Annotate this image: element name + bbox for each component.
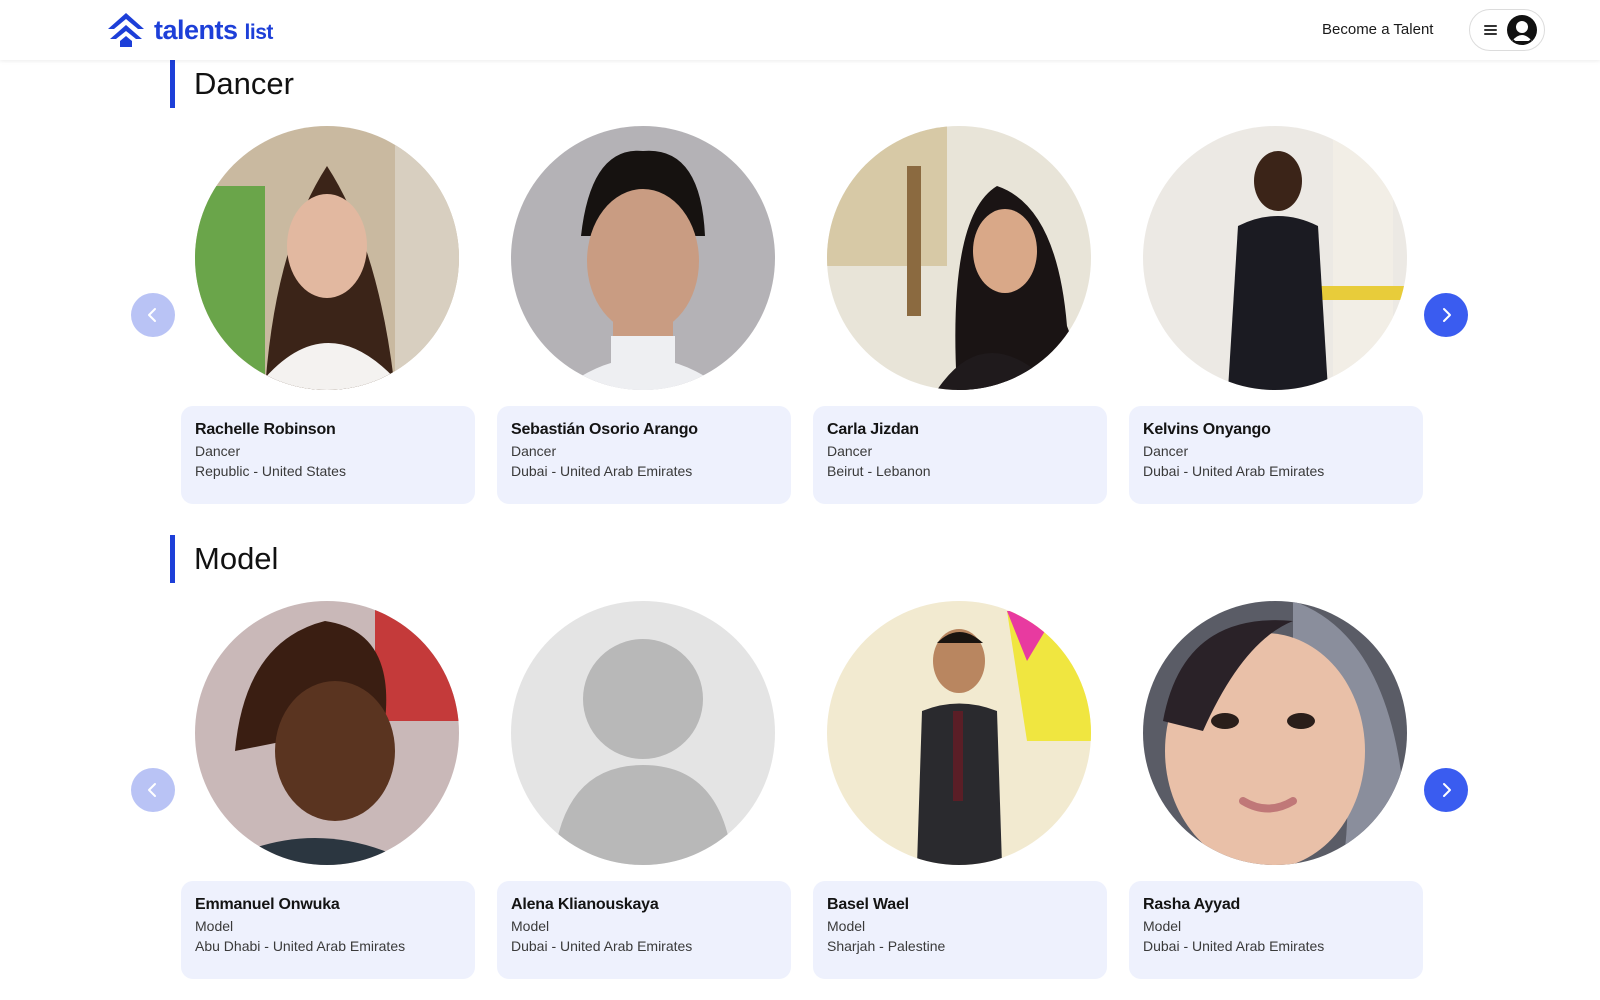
talent-location: Beirut - Lebanon <box>827 463 931 479</box>
talent-name: Carla Jizdan <box>827 421 919 438</box>
talent-role: Dancer <box>511 443 557 459</box>
talent-role: Dancer <box>827 443 873 459</box>
top-nav: talents list Become a Talent <box>0 0 1600 60</box>
talent-photo <box>1143 126 1407 390</box>
logo-chevron-icon <box>108 13 144 47</box>
talent-info: Kelvins Onyango Dancer Dubai - United Ar… <box>1129 406 1423 504</box>
section-title: Model <box>170 535 278 583</box>
talent-info: Emmanuel Onwuka Model Abu Dhabi - United… <box>181 881 475 979</box>
talent-role: Model <box>511 918 550 934</box>
talent-name: Kelvins Onyango <box>1143 421 1271 438</box>
talent-name: Basel Wael <box>827 896 909 913</box>
talent-role: Model <box>1143 918 1182 934</box>
talent-info: Alena Klianouskaya Model Dubai - United … <box>497 881 791 979</box>
talent-info: Rasha Ayyad Model Dubai - United Arab Em… <box>1129 881 1423 979</box>
user-menu-button[interactable] <box>1469 9 1545 51</box>
talent-location: Dubai - United Arab Emirates <box>511 463 693 479</box>
talent-name: Rachelle Robinson <box>195 421 336 438</box>
talent-photo <box>1143 601 1407 865</box>
talent-name: Rasha Ayyad <box>1143 896 1241 913</box>
chevron-right-icon <box>1443 308 1451 322</box>
carousel-prev-button[interactable] <box>131 293 175 337</box>
talent-name: Alena Klianouskaya <box>511 896 659 913</box>
talent-role: Dancer <box>195 443 241 459</box>
talent-photo <box>195 601 459 865</box>
talent-name: Sebastián Osorio Arango <box>511 421 698 438</box>
talent-location: Sharjah - Palestine <box>827 938 946 954</box>
talent-photo <box>827 126 1091 390</box>
talent-info: Basel Wael Model Sharjah - Palestine <box>813 881 1107 979</box>
section-title: Dancer <box>170 60 294 108</box>
talent-location: Dubai - United Arab Emirates <box>1143 463 1325 479</box>
talent-name: Emmanuel Onwuka <box>195 896 340 913</box>
talent-info: Sebastián Osorio Arango Dancer Dubai - U… <box>497 406 791 504</box>
become-talent-link[interactable]: Become a Talent <box>1322 21 1433 38</box>
user-avatar-icon <box>1507 15 1537 45</box>
talent-location: Dubai - United Arab Emirates <box>511 938 693 954</box>
talent-role: Model <box>827 918 866 934</box>
talent-location: Abu Dhabi - United Arab Emirates <box>195 938 406 954</box>
chevron-left-icon <box>148 783 156 797</box>
talent-photo <box>827 601 1091 865</box>
talent-location: Dubai - United Arab Emirates <box>1143 938 1325 954</box>
chevron-right-icon <box>1443 783 1451 797</box>
site-logo[interactable]: talents list <box>106 11 273 49</box>
logo-text: talents list <box>154 15 273 46</box>
talent-photo <box>511 126 775 390</box>
talent-info: Rachelle Robinson Dancer Republic - Unit… <box>181 406 475 504</box>
hamburger-icon <box>1484 25 1497 35</box>
talent-info: Carla Jizdan Dancer Beirut - Lebanon <box>813 406 1107 504</box>
carousel-next-button[interactable] <box>1424 293 1468 337</box>
talent-role: Dancer <box>1143 443 1189 459</box>
talent-photo <box>195 126 459 390</box>
logo-main: talents <box>154 14 238 45</box>
talent-role: Model <box>195 918 234 934</box>
default-profile-icon <box>511 601 775 865</box>
carousel-next-button[interactable] <box>1424 768 1468 812</box>
carousel-prev-button[interactable] <box>131 768 175 812</box>
talent-location: Republic - United States <box>195 463 346 479</box>
logo-sub: list <box>244 20 274 44</box>
chevron-left-icon <box>148 308 156 322</box>
